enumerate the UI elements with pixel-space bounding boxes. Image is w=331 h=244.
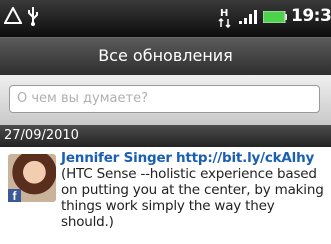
signal-icon	[239, 10, 257, 24]
page-title: Все обновления	[0, 37, 331, 75]
facebook-icon: f	[8, 189, 21, 203]
status-input[interactable]: О чем вы думаете?	[9, 85, 320, 113]
status-bar: H 19:30	[0, 0, 331, 37]
hspa-data-icon: H	[218, 8, 231, 28]
post-author[interactable]: Jennifer Singer	[61, 150, 172, 166]
post-text: Jennifer Singer http://bit.ly/ckAlhy (HT…	[61, 150, 327, 230]
svg-text:H: H	[220, 8, 228, 19]
list-item[interactable]: f Jennifer Singer http://bit.ly/ckAlhy (…	[0, 147, 331, 244]
warning-icon	[4, 7, 22, 24]
status-input-bar: О чем вы думаете?	[0, 75, 331, 125]
battery-icon	[263, 11, 287, 23]
usb-icon	[28, 7, 38, 26]
post-link[interactable]: http://bit.ly/ckAlhy	[176, 150, 314, 166]
post-body: (HTC Sense --holistic experience based o…	[61, 166, 324, 230]
clock: 19:30	[291, 6, 331, 26]
date-header: 27/09/2010	[0, 125, 331, 147]
